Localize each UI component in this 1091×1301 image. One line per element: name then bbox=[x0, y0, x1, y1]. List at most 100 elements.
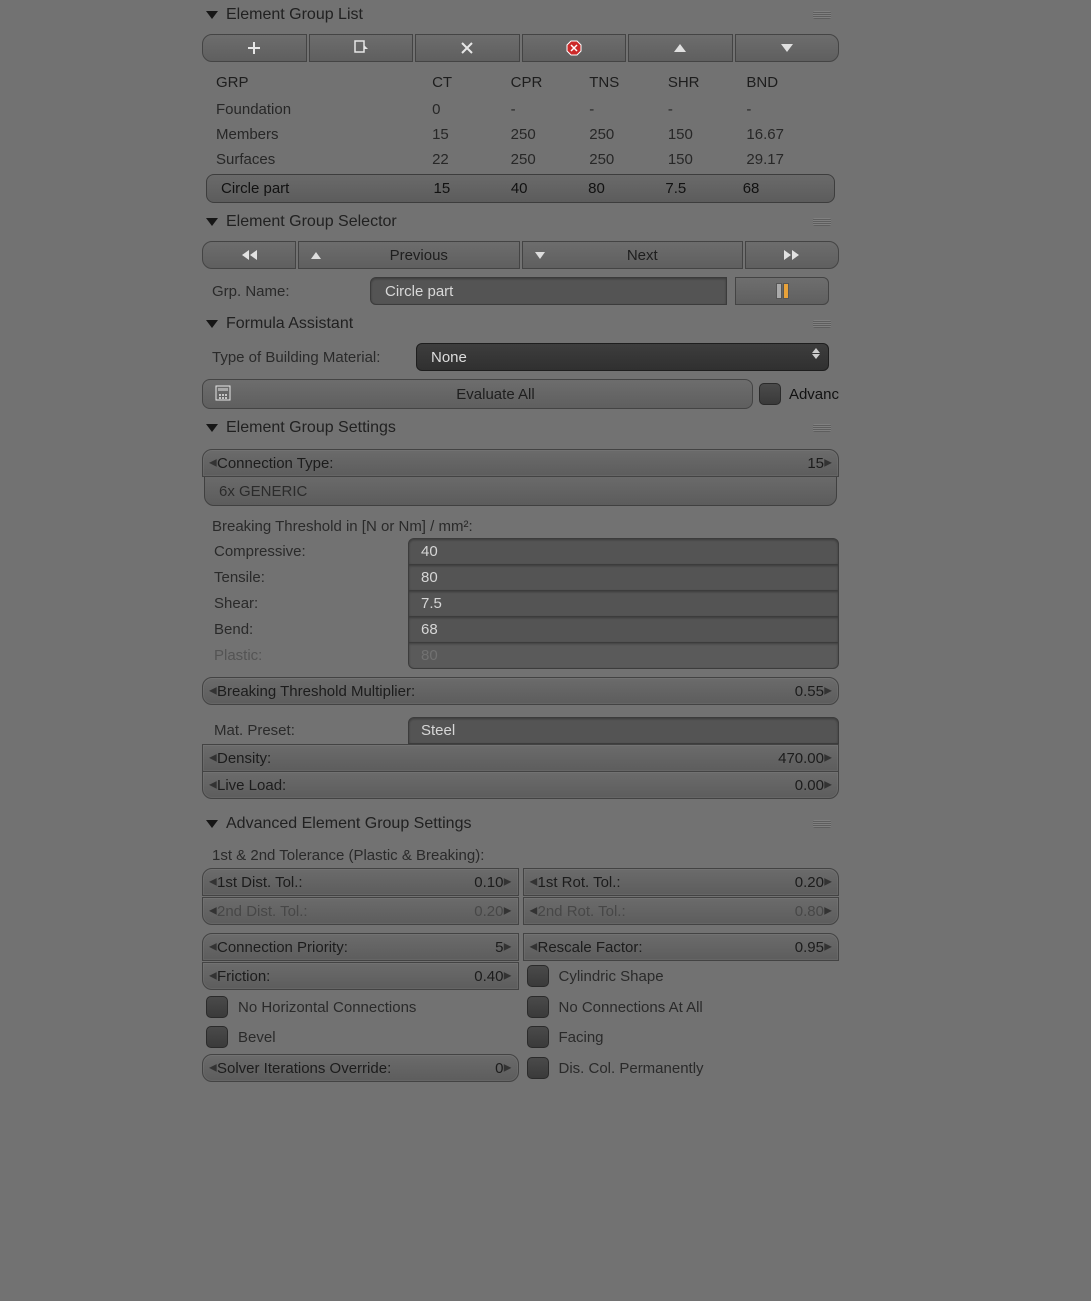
section-title: Formula Assistant bbox=[226, 315, 353, 333]
drag-grip-icon[interactable] bbox=[813, 820, 831, 828]
material-type-dropdown[interactable]: None bbox=[416, 343, 829, 371]
table-row[interactable]: Members 15 250 250 150 16.67 bbox=[202, 122, 839, 147]
check-label: Facing bbox=[559, 1029, 604, 1046]
bend-row: Bend: 68 bbox=[200, 616, 841, 643]
table-row[interactable]: Surfaces 22 250 250 150 29.17 bbox=[202, 147, 839, 172]
cell: - bbox=[746, 101, 825, 118]
table-row-active[interactable]: Circle part 15 40 80 7.5 68 bbox=[206, 174, 835, 203]
live-load-field[interactable]: ◀ Live Load: 0.00 ▶ bbox=[202, 771, 839, 799]
table-row[interactable]: Foundation 0 - - - - bbox=[202, 97, 839, 122]
cell: 250 bbox=[511, 126, 590, 143]
chevron-right-icon: ▶ bbox=[824, 753, 832, 764]
cylindric-shape-check[interactable]: Cylindric Shape bbox=[523, 962, 840, 990]
cell: 40 bbox=[511, 180, 588, 197]
field-value: 0.55 bbox=[795, 683, 824, 700]
cell: - bbox=[589, 101, 668, 118]
next-button[interactable]: Next bbox=[522, 241, 744, 269]
check-label: No Horizontal Connections bbox=[238, 999, 416, 1016]
threshold-multiplier-field[interactable]: ◀ Breaking Threshold Multiplier: 0.55 ▶ bbox=[202, 677, 839, 705]
drag-grip-icon[interactable] bbox=[813, 218, 831, 226]
solver-iterations-field[interactable]: ◀ Solver Iterations Override: 0 ▶ bbox=[202, 1054, 519, 1082]
cell: 250 bbox=[589, 126, 668, 143]
connection-priority-field[interactable]: ◀ Connection Priority: 5 ▶ bbox=[202, 933, 519, 961]
btn-label: Evaluate All bbox=[239, 386, 752, 403]
connection-type-field[interactable]: ◀ Connection Type: 15 ▶ bbox=[202, 449, 839, 477]
section-header-group-selector[interactable]: Element Group Selector bbox=[200, 207, 841, 237]
stop-button[interactable] bbox=[522, 34, 627, 62]
checkbox[interactable] bbox=[527, 1026, 549, 1048]
no-horizontal-check[interactable]: No Horizontal Connections bbox=[202, 994, 519, 1020]
group-list-table: GRP CT CPR TNS SHR BND Foundation 0 - - … bbox=[200, 66, 841, 207]
drag-grip-icon[interactable] bbox=[813, 11, 831, 19]
chevron-left-icon: ◀ bbox=[209, 1063, 217, 1074]
grp-name-input[interactable]: Circle part bbox=[370, 277, 727, 305]
chevron-right-icon: ▶ bbox=[504, 906, 512, 917]
move-down-button[interactable] bbox=[735, 34, 840, 62]
evaluate-all-button[interactable]: Evaluate All bbox=[202, 379, 753, 409]
collapse-icon bbox=[206, 424, 218, 432]
add-button[interactable] bbox=[202, 34, 307, 62]
material-type-label: Type of Building Material: bbox=[212, 349, 408, 366]
drag-grip-icon[interactable] bbox=[813, 320, 831, 328]
chevron-left-icon: ◀ bbox=[209, 753, 217, 764]
checkbox[interactable] bbox=[527, 1057, 549, 1079]
checkbox[interactable] bbox=[527, 996, 549, 1018]
section-header-settings[interactable]: Element Group Settings bbox=[200, 413, 841, 443]
density-field[interactable]: ◀ Density: 470.00 ▶ bbox=[202, 744, 839, 772]
section-header-group-list[interactable]: Element Group List bbox=[200, 0, 841, 30]
check-label: No Connections At All bbox=[559, 999, 703, 1016]
copy-button[interactable] bbox=[309, 34, 414, 62]
checkbox[interactable] bbox=[206, 996, 228, 1018]
chevron-right-icon: ▶ bbox=[504, 971, 512, 982]
bend-input[interactable]: 68 bbox=[408, 616, 839, 643]
previous-button[interactable]: Previous bbox=[298, 241, 520, 269]
field-label: 1st Dist. Tol.: bbox=[217, 874, 474, 891]
checkbox[interactable] bbox=[759, 383, 781, 405]
tensile-input[interactable]: 80 bbox=[408, 564, 839, 591]
delete-button[interactable] bbox=[415, 34, 520, 62]
col-cpr: CPR bbox=[511, 74, 590, 91]
cell: 29.17 bbox=[746, 151, 825, 168]
collapse-icon bbox=[206, 820, 218, 828]
check-label: Dis. Col. Permanently bbox=[559, 1060, 704, 1077]
field-value: 0.40 bbox=[474, 968, 503, 985]
checkbox[interactable] bbox=[527, 965, 549, 987]
cell: 15 bbox=[432, 126, 511, 143]
section-header-formula[interactable]: Formula Assistant bbox=[200, 309, 841, 339]
checkbox[interactable] bbox=[206, 1026, 228, 1048]
facing-check[interactable]: Facing bbox=[523, 1024, 840, 1050]
mat-preset-input[interactable]: Steel bbox=[408, 717, 839, 744]
collapse-icon bbox=[206, 11, 218, 19]
field-label: Friction: bbox=[217, 968, 474, 985]
first-button[interactable] bbox=[202, 241, 296, 269]
last-button[interactable] bbox=[745, 241, 839, 269]
rescale-factor-field[interactable]: ◀ Rescale Factor: 0.95 ▶ bbox=[523, 933, 840, 961]
chevron-left-icon: ◀ bbox=[530, 877, 538, 888]
bevel-check[interactable]: Bevel bbox=[202, 1024, 519, 1050]
dist-tol-1-field[interactable]: ◀ 1st Dist. Tol.: 0.10 ▶ bbox=[202, 868, 519, 896]
cell: 16.67 bbox=[746, 126, 825, 143]
threshold-header: Breaking Threshold in [N or Nm] / mm²: bbox=[200, 510, 841, 539]
chevron-right-icon: ▶ bbox=[504, 942, 512, 953]
friction-field[interactable]: ◀ Friction: 0.40 ▶ bbox=[202, 962, 519, 990]
section-header-advanced[interactable]: Advanced Element Group Settings bbox=[200, 809, 841, 839]
shear-input[interactable]: 7.5 bbox=[408, 590, 839, 617]
move-up-button[interactable] bbox=[628, 34, 733, 62]
toggle-button[interactable] bbox=[735, 277, 829, 305]
cell: 250 bbox=[511, 151, 590, 168]
field-label: Connection Priority: bbox=[217, 939, 495, 956]
rot-tol-2-field: ◀ 2nd Rot. Tol.: 0.80 ▶ bbox=[523, 897, 840, 925]
dis-col-check[interactable]: Dis. Col. Permanently bbox=[523, 1054, 840, 1082]
compressive-input[interactable]: 40 bbox=[408, 538, 839, 565]
plastic-row: Plastic: 80 bbox=[200, 642, 841, 669]
chevron-left-icon: ◀ bbox=[209, 971, 217, 982]
check-label: Bevel bbox=[238, 1029, 276, 1046]
no-connections-check[interactable]: No Connections At All bbox=[523, 994, 840, 1020]
field-value: 0.20 bbox=[474, 903, 503, 920]
rot-tol-1-field[interactable]: ◀ 1st Rot. Tol.: 0.20 ▶ bbox=[523, 868, 840, 896]
cell: 150 bbox=[668, 126, 747, 143]
compressive-row: Compressive: 40 bbox=[200, 538, 841, 565]
drag-grip-icon[interactable] bbox=[813, 424, 831, 432]
advanced-check[interactable]: Advanc bbox=[759, 383, 839, 405]
field-label: Live Load: bbox=[217, 777, 795, 794]
